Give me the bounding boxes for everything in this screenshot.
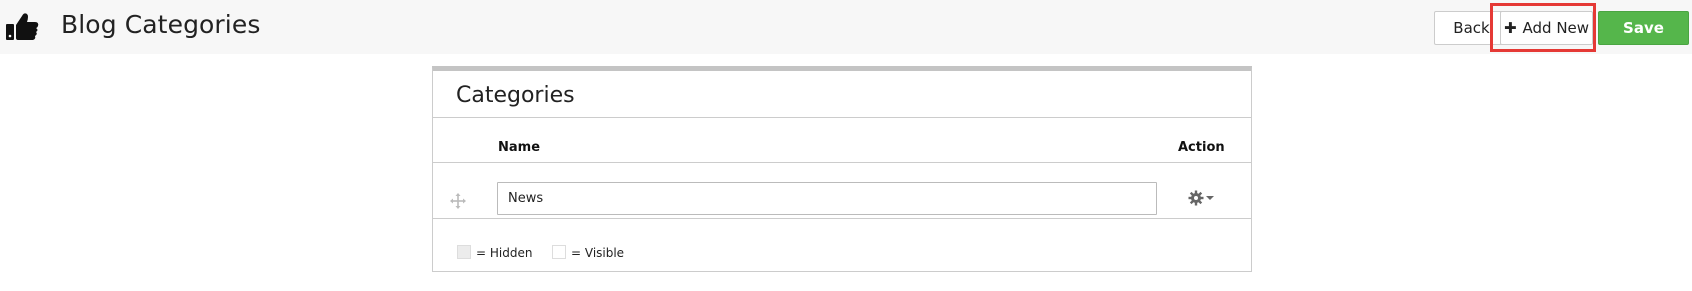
categories-panel: Categories Name Action News = Hidden = V…	[432, 66, 1252, 272]
legend-hidden-swatch	[457, 245, 471, 259]
plus-icon: ✚	[1503, 19, 1517, 37]
add-new-button[interactable]: ✚ Add New	[1500, 11, 1593, 45]
legend-visible-swatch	[552, 245, 566, 259]
move-icon[interactable]	[450, 193, 466, 209]
legend-visible-label: = Visible	[571, 246, 625, 260]
category-name-input[interactable]	[497, 182, 1157, 215]
save-button[interactable]: Save	[1598, 11, 1689, 45]
action-menu-button[interactable]	[1188, 188, 1218, 208]
page-title: Blog Categories	[61, 10, 261, 39]
divider	[433, 218, 1251, 219]
page-header: Blog Categories Back ✚ Add New Save	[0, 0, 1692, 54]
add-new-label: Add New	[1522, 19, 1590, 37]
caret-down-icon	[1206, 196, 1214, 200]
legend-hidden-label: = Hidden	[476, 246, 533, 260]
panel-title: Categories	[456, 83, 575, 108]
divider	[433, 117, 1251, 118]
column-header-action: Action	[1178, 140, 1225, 155]
column-header-name: Name	[498, 140, 541, 155]
thumbs-up-icon	[6, 13, 39, 41]
gear-icon	[1188, 190, 1204, 206]
divider	[433, 162, 1251, 163]
